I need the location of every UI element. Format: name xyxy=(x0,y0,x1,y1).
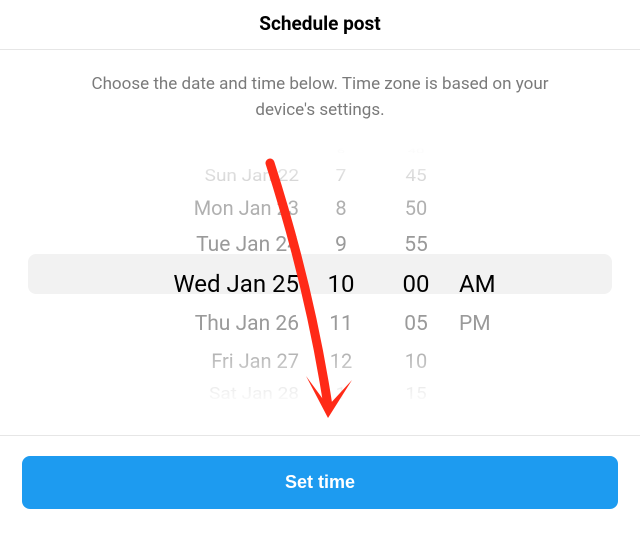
picker-row[interactable]: Sat Jan 28 1 15 xyxy=(28,381,612,405)
minute-option[interactable]: 45 xyxy=(377,165,455,185)
date-option[interactable]: Tue Jan 24 xyxy=(125,233,305,257)
picker-row[interactable]: 6 40 xyxy=(28,147,612,155)
picker-row[interactable]: Thu Jan 26 11 05 PM xyxy=(28,305,612,342)
minute-option[interactable]: 50 xyxy=(377,196,455,220)
ampm-selected[interactable]: AM xyxy=(455,270,515,298)
modal-header: Schedule post xyxy=(0,0,640,50)
date-selected[interactable]: Wed Jan 25 xyxy=(125,270,305,298)
hour-option[interactable]: 6 xyxy=(305,147,377,154)
date-option[interactable]: Sat Jan 28 xyxy=(125,383,305,403)
minute-option[interactable]: 15 xyxy=(377,383,455,403)
hour-option[interactable]: 9 xyxy=(305,233,377,257)
minute-option[interactable]: 05 xyxy=(377,312,455,336)
picker-row[interactable]: Sun Jan 22 7 45 xyxy=(28,163,612,187)
hour-option[interactable]: 7 xyxy=(305,165,377,185)
hour-selected[interactable]: 10 xyxy=(305,270,377,298)
minute-selected[interactable]: 00 xyxy=(377,270,455,298)
datetime-picker[interactable]: 6 40 Sun Jan 22 7 45 Mon Jan 23 8 50 Tue… xyxy=(28,141,612,406)
picker-row-selected[interactable]: Wed Jan 25 10 00 AM xyxy=(28,263,612,305)
hour-option[interactable]: 11 xyxy=(305,312,377,336)
date-option[interactable]: Mon Jan 23 xyxy=(125,196,305,220)
set-time-button[interactable]: Set time xyxy=(22,456,618,509)
hour-option[interactable]: 12 xyxy=(305,349,377,373)
picker-row[interactable]: Mon Jan 23 8 50 xyxy=(28,189,612,226)
minute-option[interactable]: 40 xyxy=(377,147,455,154)
picker-row[interactable]: Fri Jan 27 12 10 xyxy=(28,342,612,379)
date-option[interactable]: Sun Jan 22 xyxy=(125,165,305,185)
instructions-text: Choose the date and time below. Time zon… xyxy=(0,50,640,141)
footer: Set time xyxy=(0,435,640,535)
minute-option[interactable]: 10 xyxy=(377,349,455,373)
ampm-option[interactable]: PM xyxy=(455,312,515,336)
hour-option[interactable]: 8 xyxy=(305,196,377,220)
date-option[interactable]: Thu Jan 26 xyxy=(125,312,305,336)
picker-row[interactable]: Tue Jan 24 9 55 xyxy=(28,226,612,263)
minute-option[interactable]: 55 xyxy=(377,233,455,257)
hour-option[interactable]: 1 xyxy=(305,383,377,403)
page-title: Schedule post xyxy=(0,12,640,35)
date-option[interactable]: Fri Jan 27 xyxy=(125,349,305,373)
